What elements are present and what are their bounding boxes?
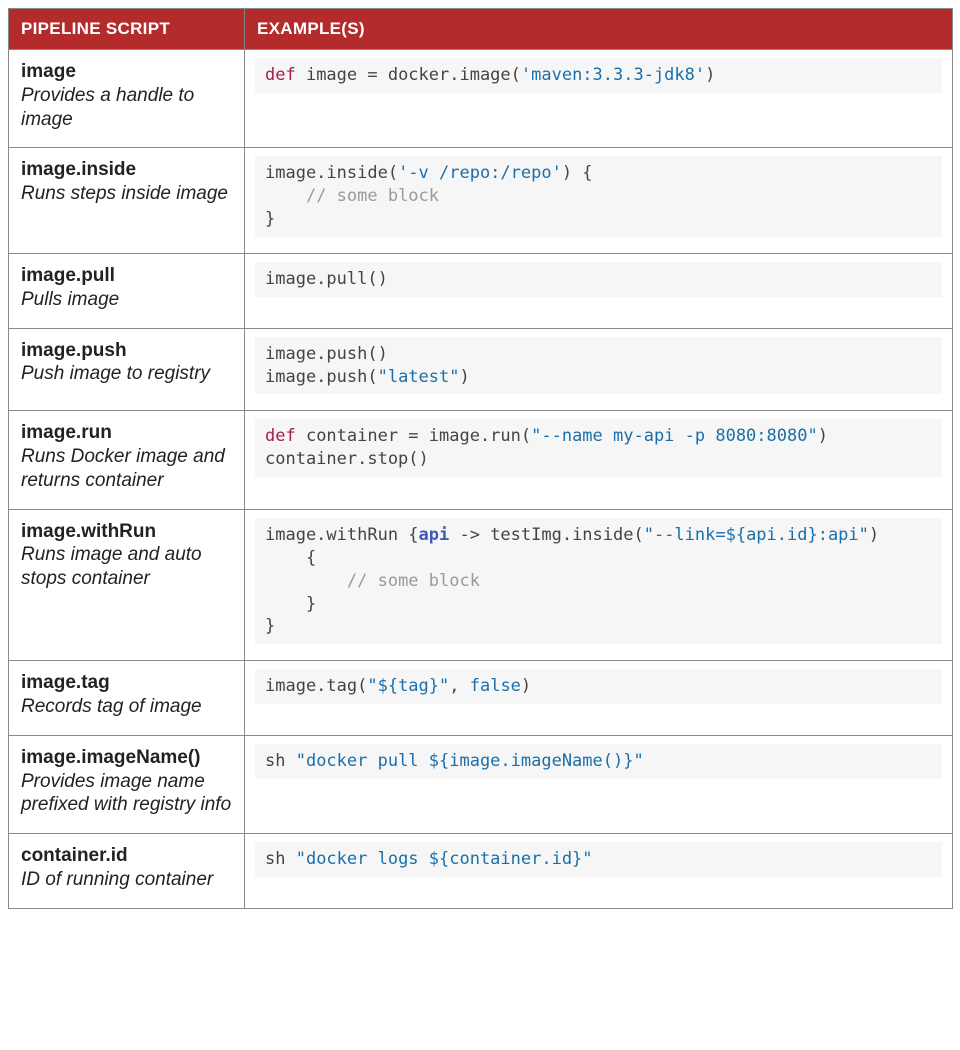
script-description: Push image to registry (21, 362, 232, 386)
header-examples: EXAMPLE(S) (245, 9, 953, 50)
script-name: container.id (21, 844, 232, 868)
example-cell: image.tag("${tag}", false) (245, 661, 953, 736)
code-block: sh "docker pull ${image.imageName()}" (255, 744, 942, 779)
example-cell: sh "docker pull ${image.imageName()}" (245, 735, 953, 833)
code-token: // some block (347, 571, 480, 591)
code-block: image.withRun {api -> testImg.inside("--… (255, 518, 942, 645)
example-cell: sh "docker logs ${container.id}" (245, 834, 953, 909)
script-cell: image.runRuns Docker image and returns c… (9, 411, 245, 509)
code-block: def container = image.run("--name my-api… (255, 419, 942, 477)
code-block: def image = docker.image('maven:3.3.3-jd… (255, 58, 942, 93)
table-row: image.imageName()Provides image name pre… (9, 735, 953, 833)
code-token: "docker logs ${container.id}" (296, 849, 593, 869)
script-name: image.push (21, 339, 232, 363)
code-token: "latest" (378, 367, 460, 387)
code-token: '-v /repo:/repo' (398, 163, 562, 183)
example-cell: def image = docker.image('maven:3.3.3-jd… (245, 50, 953, 148)
script-name: image.pull (21, 264, 232, 288)
script-cell: image.tagRecords tag of image (9, 661, 245, 736)
example-cell: image.push() image.push("latest") (245, 328, 953, 411)
script-cell: image.withRunRuns image and auto stops c… (9, 509, 245, 661)
code-token: "--name my-api -p 8080:8080" (531, 426, 818, 446)
example-cell: image.inside('-v /repo:/repo') { // some… (245, 148, 953, 254)
example-cell: image.pull() (245, 254, 953, 329)
table-row: container.idID of running container sh "d… (9, 834, 953, 909)
header-pipeline-script: PIPELINE SCRIPT (9, 9, 245, 50)
script-cell: container.idID of running container (9, 834, 245, 909)
table-row: image.pushPush image to registryimage.pu… (9, 328, 953, 411)
code-token: def (265, 426, 296, 446)
code-block: sh "docker logs ${container.id}" (255, 842, 942, 877)
code-token: false (470, 676, 521, 696)
script-description: Provides a handle to image (21, 84, 232, 132)
code-block: image.pull() (255, 262, 942, 297)
script-name: image.tag (21, 671, 232, 695)
code-token: "--link=${api.id}:api" (644, 525, 869, 545)
script-name: image.withRun (21, 520, 232, 544)
script-cell: image.pushPush image to registry (9, 328, 245, 411)
code-block: image.tag("${tag}", false) (255, 669, 942, 704)
script-description: Runs Docker image and returns container (21, 445, 232, 493)
code-token: "${tag}" (367, 676, 449, 696)
table-row: image.withRunRuns image and auto stops c… (9, 509, 953, 661)
script-cell: imageProvides a handle to image (9, 50, 245, 148)
script-cell: image.pullPulls image (9, 254, 245, 329)
script-description: Records tag of image (21, 695, 232, 719)
code-token: // some block (306, 186, 439, 206)
script-description: Runs image and auto stops container (21, 543, 232, 591)
script-name: image.inside (21, 158, 232, 182)
code-token: def (265, 65, 296, 85)
script-name: image.run (21, 421, 232, 445)
code-token: "docker pull ${image.imageName()}" (296, 751, 644, 771)
script-description: ID of running container (21, 868, 232, 892)
script-description: Pulls image (21, 288, 232, 312)
script-description: Runs steps inside image (21, 182, 232, 206)
script-description: Provides image name prefixed with regist… (21, 770, 232, 818)
code-block: image.inside('-v /repo:/repo') { // some… (255, 156, 942, 237)
code-token: 'maven:3.3.3-jdk8' (521, 65, 705, 85)
script-cell: image.imageName()Provides image name pre… (9, 735, 245, 833)
table-row: image.pullPulls image image.pull() (9, 254, 953, 329)
table-row: image.insideRuns steps inside imageimage… (9, 148, 953, 254)
code-block: image.push() image.push("latest") (255, 337, 942, 395)
script-name: image.imageName() (21, 746, 232, 770)
script-name: image (21, 60, 232, 84)
script-cell: image.insideRuns steps inside image (9, 148, 245, 254)
example-cell: image.withRun {api -> testImg.inside("--… (245, 509, 953, 661)
table-row: imageProvides a handle to image def image… (9, 50, 953, 148)
table-row: image.runRuns Docker image and returns c… (9, 411, 953, 509)
pipeline-docker-table: PIPELINE SCRIPT EXAMPLE(S) imageProvides… (8, 8, 953, 909)
code-token: api (419, 525, 450, 545)
table-row: image.tagRecords tag of image image.tag("… (9, 661, 953, 736)
example-cell: def container = image.run("--name my-api… (245, 411, 953, 509)
